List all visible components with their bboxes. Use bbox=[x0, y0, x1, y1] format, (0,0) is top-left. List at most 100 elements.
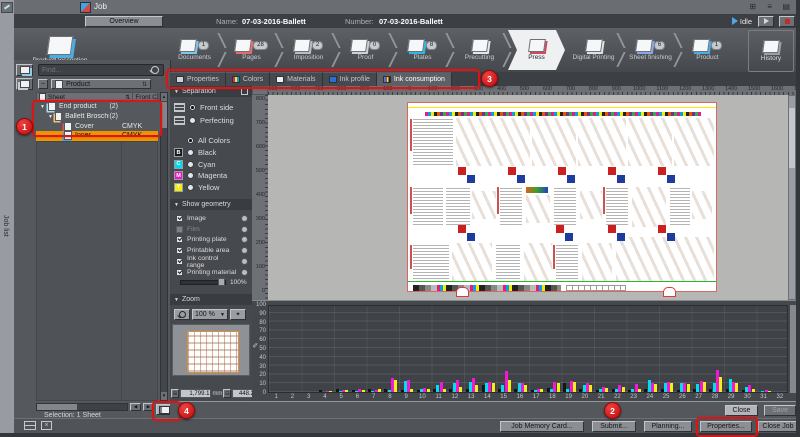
hscroll-left-button[interactable]: ◀ bbox=[130, 403, 141, 411]
tab-colors[interactable]: Colors bbox=[226, 72, 270, 86]
tree-row-ballett-brosch[interactable]: ▼Ballett Broschü...(2) bbox=[36, 112, 158, 122]
job-list-tab[interactable]: Job list bbox=[2, 215, 9, 237]
tab-ink-consumption[interactable]: Ink consumption bbox=[377, 72, 452, 86]
properties-button[interactable]: Properties... bbox=[700, 421, 752, 432]
tree-row-front-color: CMYK bbox=[122, 132, 142, 139]
job-name-label: Name: bbox=[216, 17, 238, 26]
hscroll-right-button[interactable]: ▶ bbox=[143, 403, 154, 411]
ink-chart-plot[interactable] bbox=[268, 305, 788, 393]
opacity-slider[interactable] bbox=[180, 280, 226, 285]
color-option-yellow[interactable]: YYellow bbox=[174, 182, 250, 194]
side-option-perfecting[interactable]: Perfecting bbox=[174, 114, 250, 127]
expander-icon[interactable]: ▼ bbox=[48, 114, 53, 120]
printable-area-highlight-button[interactable] bbox=[241, 247, 248, 254]
search-icon[interactable] bbox=[151, 66, 159, 74]
workflow-step-sheet-finishing[interactable]: 6Sheet finishing bbox=[622, 30, 679, 70]
pan-tool-button[interactable]: ✦ bbox=[230, 309, 246, 320]
zoom-level-select[interactable]: 100 % ▼ bbox=[192, 309, 228, 320]
column-sheet[interactable]: Sheet bbox=[48, 94, 65, 101]
grid-delete-icon[interactable]: × bbox=[41, 421, 52, 430]
expander-icon[interactable]: ▼ bbox=[40, 104, 46, 110]
image-checkbox[interactable] bbox=[176, 215, 183, 222]
tree-row-cover[interactable]: CoverCMYK bbox=[36, 121, 158, 131]
view-mode-pages-button[interactable] bbox=[16, 78, 33, 90]
start-processing-button[interactable] bbox=[758, 16, 774, 27]
overview-button[interactable]: Overview bbox=[85, 16, 163, 27]
film-checkbox[interactable] bbox=[176, 226, 183, 233]
collapse-all-button[interactable]: − bbox=[38, 79, 48, 89]
app-menu-icon[interactable] bbox=[1, 2, 13, 13]
front-side-radio[interactable] bbox=[189, 104, 196, 111]
zoom-tool-button[interactable] bbox=[174, 309, 190, 320]
preview-scroll-thumb[interactable] bbox=[789, 108, 795, 168]
workflow-step-digital-printing[interactable]: Digital Printing bbox=[565, 30, 622, 70]
show-geometry-header[interactable]: ▼ Show geometry bbox=[170, 199, 252, 210]
tree-horizontal-scrollbar[interactable] bbox=[36, 403, 128, 411]
column-front-color[interactable]: Front C bbox=[135, 94, 157, 101]
window-detach-icon[interactable]: ⊞ bbox=[749, 2, 756, 11]
history-button[interactable]: History bbox=[748, 30, 794, 72]
find-input[interactable] bbox=[39, 67, 151, 74]
hscroll-thumb[interactable] bbox=[37, 404, 77, 410]
scroll-up-icon[interactable]: ▲ bbox=[161, 93, 167, 101]
image-highlight-button[interactable] bbox=[241, 215, 248, 222]
perfecting-radio[interactable] bbox=[189, 117, 196, 124]
job-memory-card-button[interactable]: Job Memory Card... bbox=[500, 421, 584, 432]
zoom-header[interactable]: ▼ Zoom bbox=[170, 294, 252, 305]
color-option-magenta[interactable]: MMagenta bbox=[174, 170, 250, 182]
save-button[interactable]: Save bbox=[764, 405, 796, 416]
view-selector[interactable]: Product ⇅ bbox=[51, 79, 151, 89]
printable-area-checkbox[interactable] bbox=[176, 247, 183, 254]
planning-button[interactable]: Planning... bbox=[644, 421, 692, 432]
all-colors-radio[interactable] bbox=[187, 137, 194, 144]
sheet-preview-canvas[interactable] bbox=[268, 95, 788, 300]
yellow-radio[interactable] bbox=[187, 184, 194, 191]
ink-control-range-highlight-button[interactable] bbox=[241, 258, 248, 265]
cyan-radio[interactable] bbox=[187, 161, 194, 168]
tab-ink-profile[interactable]: Ink profile bbox=[323, 72, 377, 86]
separation-checkbox[interactable] bbox=[241, 88, 248, 95]
black-radio[interactable] bbox=[187, 149, 194, 156]
workflow-step-pages[interactable]: 28Pages bbox=[223, 30, 280, 70]
close-button[interactable]: Close bbox=[725, 405, 758, 416]
preview-vertical-scrollbar[interactable] bbox=[788, 95, 796, 300]
view-mode-sheets-button[interactable] bbox=[16, 64, 33, 76]
printing-material-checkbox[interactable] bbox=[176, 269, 183, 276]
window-panel-icon[interactable]: ▤ bbox=[782, 2, 790, 11]
ink-control-range-checkbox[interactable] bbox=[176, 258, 183, 265]
slider-thumb-icon[interactable] bbox=[218, 278, 225, 286]
printing-plate-highlight-button[interactable] bbox=[241, 236, 248, 243]
tab-properties[interactable]: Properties bbox=[170, 72, 226, 86]
side-option-front-side[interactable]: Front side bbox=[174, 101, 250, 114]
film-highlight-button[interactable] bbox=[241, 226, 248, 233]
tree-row-inner[interactable]: InnerCMYK bbox=[36, 131, 158, 141]
workflow-step-press[interactable]: Press bbox=[508, 30, 565, 70]
close-job-button[interactable]: Close Job bbox=[758, 421, 798, 432]
x-coord-field[interactable]: 1,799.1 bbox=[180, 389, 212, 398]
workflow-step-product[interactable]: 1Product bbox=[679, 30, 736, 70]
stop-processing-button[interactable] bbox=[779, 16, 795, 27]
sort-icon[interactable]: ⇅ bbox=[125, 94, 130, 101]
tab-materials[interactable]: Materials bbox=[270, 72, 322, 86]
ink-bar-yellow bbox=[475, 385, 478, 392]
navigator-sheet-thumbnail[interactable] bbox=[187, 331, 239, 373]
workflow-step-imposition[interactable]: 2Imposition bbox=[280, 30, 337, 70]
workflow-step-plates[interactable]: 8Plates bbox=[394, 30, 451, 70]
printing-plate-checkbox[interactable] bbox=[176, 236, 183, 243]
color-option-cyan[interactable]: CCyan bbox=[174, 159, 250, 171]
all-colors-option[interactable]: All Colors bbox=[174, 134, 250, 147]
workflow-step-precutting[interactable]: Precutting bbox=[451, 30, 508, 70]
workflow-step-proof[interactable]: 0Proof bbox=[337, 30, 394, 70]
printer-icon[interactable] bbox=[24, 421, 36, 430]
submit-button[interactable]: Submit... bbox=[592, 421, 636, 432]
separation-header[interactable]: ▼ Separation bbox=[170, 86, 252, 97]
workflow-step-documents[interactable]: 1Documents bbox=[166, 30, 223, 70]
printing-material-highlight-button[interactable] bbox=[241, 269, 248, 276]
magenta-radio[interactable] bbox=[187, 172, 194, 179]
scroll-down-icon[interactable]: ▼ bbox=[161, 392, 167, 400]
window-tile-icon[interactable]: ≡ bbox=[767, 2, 772, 11]
color-option-black[interactable]: BBlack bbox=[174, 147, 250, 159]
tree-row-end-product[interactable]: ▼End product(2) bbox=[36, 102, 158, 112]
scroll-thumb[interactable] bbox=[161, 102, 167, 128]
tree-vertical-scrollbar[interactable]: ▲ ▼ bbox=[160, 92, 168, 401]
